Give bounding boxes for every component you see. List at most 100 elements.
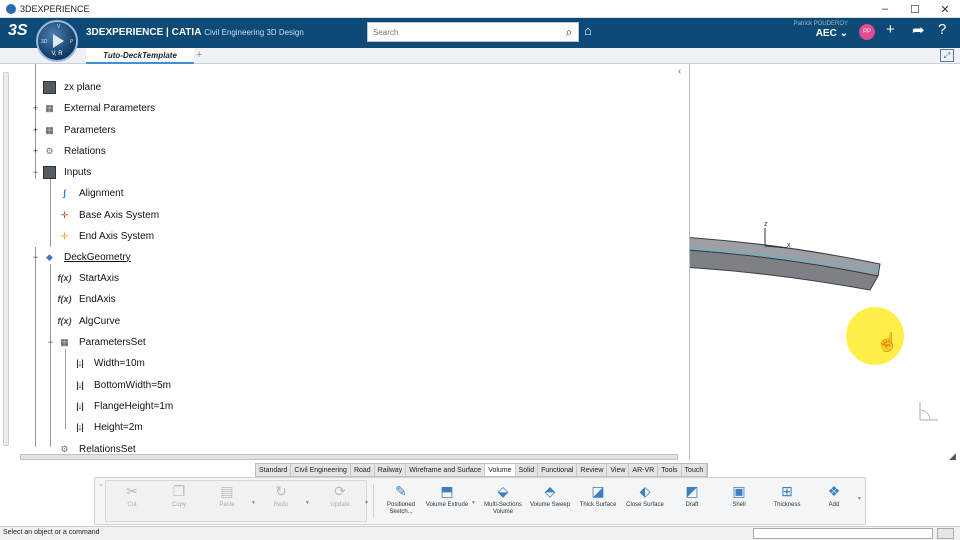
draft-icon: ◩ — [685, 482, 699, 499]
tree-item-base-axis-system[interactable]: ✛ Base Axis System — [58, 207, 159, 223]
paste-button[interactable]: ▤ Paste ▼ — [202, 482, 256, 524]
tab-solid[interactable]: Solid — [516, 464, 539, 476]
user-info[interactable]: Patrick POUDEROY AEC ⌄ — [794, 21, 848, 39]
compass-version[interactable]: V, R — [38, 51, 76, 57]
hand-cursor-icon: ☝ — [876, 332, 899, 352]
tab-road[interactable]: Road — [351, 464, 375, 476]
add-button[interactable]: ❖ Add — [809, 482, 859, 524]
tab-tuto-decktemplate[interactable]: Tuto-DeckTemplate — [86, 48, 194, 64]
tab-wireframe-and-surface[interactable]: Wireframe and Surface — [406, 464, 486, 476]
tab-civil-engineering[interactable]: Civil Engineering — [291, 464, 351, 476]
volume-extrude-button[interactable]: ⬒ Volume Extrude ▼ — [422, 482, 476, 524]
avatar[interactable]: PP — [859, 24, 875, 40]
tree-item-inputs[interactable]: − Inputs — [31, 164, 91, 180]
tab-review[interactable]: Review — [577, 464, 608, 476]
collapse-panel-icon[interactable]: ‹ — [678, 66, 681, 77]
close-icon[interactable]: ✕ — [930, 0, 960, 18]
collapse-toggle-icon[interactable]: − — [31, 252, 40, 262]
more-commands-icon[interactable]: ▼ — [857, 496, 862, 502]
volume-sweep-button[interactable]: ⬘ Volume Sweep — [525, 482, 575, 524]
tree-connector — [50, 179, 51, 247]
play-icon[interactable] — [53, 34, 64, 48]
search-box[interactable]: ⌕ — [367, 22, 579, 42]
add-icon: ❖ — [827, 482, 841, 499]
cut-button[interactable]: ✂ Cut — [107, 482, 157, 524]
tree-scrollbar[interactable] — [3, 72, 9, 446]
dropdown-icon[interactable]: ▼ — [305, 500, 310, 506]
compass-left[interactable]: 3D — [41, 39, 47, 45]
minimize-icon[interactable]: – — [870, 0, 900, 18]
update-button[interactable]: ⟳ Update ▼ — [315, 482, 369, 524]
compass-top[interactable]: V — [57, 24, 60, 30]
parameters-icon: ▦ — [45, 102, 54, 113]
status-bar: Select an object or a command — [0, 526, 960, 540]
extrude-icon: ⬒ — [440, 482, 454, 499]
tab-standard[interactable]: Standard — [256, 464, 292, 476]
shell-button[interactable]: ▣ Shell — [714, 482, 764, 524]
command-input[interactable] — [753, 528, 933, 539]
compass-right[interactable]: P — [70, 39, 73, 45]
multi-sections-volume-button[interactable]: ⬙ Multi-Sections Volume — [478, 482, 528, 524]
search-icon[interactable]: ⌕ — [560, 25, 578, 40]
command-button[interactable] — [937, 528, 954, 539]
parameters-icon: ▦ — [60, 336, 69, 347]
action-bar-grip-icon[interactable]: ⌄ — [98, 480, 104, 488]
tab-functional[interactable]: Functional — [538, 464, 578, 476]
tab-ar-vr[interactable]: AR-VR — [629, 464, 659, 476]
tab-tools[interactable]: Tools — [658, 464, 682, 476]
tab-view[interactable]: View — [607, 464, 630, 476]
tree-item-parameters[interactable]: + ▦ Parameters — [31, 122, 116, 138]
workspace-selector[interactable]: AEC ⌄ — [816, 28, 848, 39]
brand-sub: Civil Engineering 3D Design — [204, 28, 304, 37]
close-surface-button[interactable]: ⬖ Close Surface — [620, 482, 670, 524]
expand-toggle-icon[interactable]: + — [31, 125, 40, 135]
tree-item-algcurve[interactable]: f(x) AlgCurve — [58, 313, 121, 329]
tree-item-relations[interactable]: + ⚙ Relations — [31, 143, 106, 159]
tree-item-external-parameters[interactable]: + ▦ External Parameters — [31, 100, 155, 116]
expand-toggle-icon[interactable]: + — [31, 146, 40, 156]
tree-item-deckgeometry[interactable]: − ◆ DeckGeometry — [31, 249, 131, 265]
thick-surface-button[interactable]: ◪ Thick Surface — [573, 482, 623, 524]
thickness-button[interactable]: ⊞ Thickness — [762, 482, 812, 524]
dropdown-icon[interactable]: ▼ — [471, 500, 476, 506]
panel-divider[interactable] — [689, 64, 690, 460]
tree-item-flangeheight[interactable]: |↓| FlangeHeight=1m — [73, 398, 173, 414]
redo-button[interactable]: ↻ Redo ▼ — [256, 482, 310, 524]
collapse-toggle-icon[interactable]: − — [31, 167, 40, 177]
tree-item-endaxis[interactable]: f(x) EndAxis — [58, 291, 116, 307]
tree-item-width[interactable]: |↓| Width=10m — [73, 355, 145, 371]
tree-item-parametersset[interactable]: − ▦ ParametersSet — [46, 334, 146, 350]
dropdown-icon[interactable]: ▼ — [364, 500, 369, 506]
search-input[interactable] — [368, 24, 560, 40]
expand-panel-icon[interactable]: ◢ — [949, 451, 956, 462]
positioned-sketch-button[interactable]: ✎ Positioned Sketch... — [376, 482, 426, 524]
draft-button[interactable]: ◩ Draft — [667, 482, 717, 524]
add-tab-icon[interactable]: + — [196, 49, 202, 61]
maximize-icon[interactable]: ☐ — [900, 0, 930, 18]
share-icon[interactable]: ➦ — [912, 21, 925, 39]
tab-volume[interactable]: Volume — [485, 464, 516, 476]
maximize-icon[interactable]: ⤢ — [940, 49, 954, 62]
tree-item-end-axis-system[interactable]: ✛ End Axis System — [58, 228, 154, 244]
tree-item-height[interactable]: |↓| Height=2m — [73, 419, 142, 435]
compass-icon[interactable]: V 3D P V, R — [36, 20, 78, 62]
collapse-toggle-icon[interactable]: − — [46, 337, 55, 347]
tab-touch[interactable]: Touch — [682, 464, 708, 476]
plus-icon[interactable]: + — [886, 21, 895, 38]
tree-item-bottomwidth[interactable]: |↓| BottomWidth=5m — [73, 377, 171, 393]
tree-item-startaxis[interactable]: f(x) StartAxis — [58, 270, 120, 286]
ds-logo-icon[interactable]: 3S — [8, 22, 28, 40]
specification-tree: ‹ zx plane + ▦ External Parameters + ▦ Par… — [0, 64, 690, 460]
tree-item-alignment[interactable]: ∫ Alignment — [58, 185, 123, 201]
tab-railway[interactable]: Railway — [375, 464, 407, 476]
action-bar: ⌄ ✂ Cut ❐ Copy ▤ Paste ▼ ↻ Redo ▼ ⟳ Upda… — [94, 477, 866, 525]
tree-item-zx-plane[interactable]: zx plane — [31, 79, 101, 95]
tree-connector — [50, 264, 51, 447]
help-icon[interactable]: ? — [938, 21, 946, 38]
document-tabbar: Tuto-DeckTemplate + ⤢ — [0, 48, 960, 64]
expand-toggle-icon[interactable]: + — [31, 103, 40, 113]
tag-icon[interactable]: ⌂ — [584, 23, 592, 38]
tree-horizontal-scrollbar[interactable] — [20, 454, 678, 460]
thick-surface-icon: ◪ — [591, 482, 605, 499]
copy-button[interactable]: ❐ Copy — [154, 482, 204, 524]
